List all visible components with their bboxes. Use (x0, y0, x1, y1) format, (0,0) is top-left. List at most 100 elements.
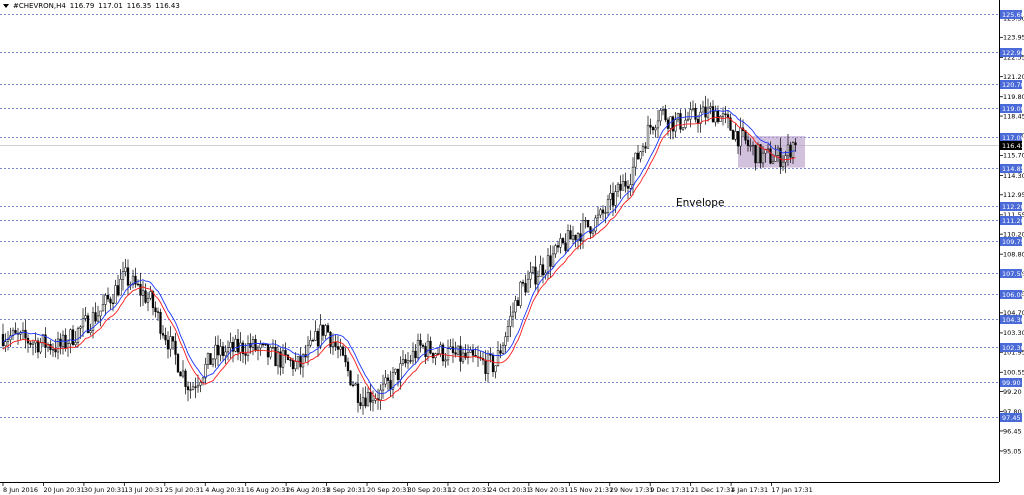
candle-body (504, 336, 507, 346)
candle-body (146, 297, 150, 303)
candle-body (139, 283, 142, 296)
candle-body (451, 346, 455, 353)
candle-body (654, 127, 657, 131)
candle-body (1, 334, 5, 346)
candle-body (454, 352, 457, 355)
candle-body (149, 291, 152, 299)
candle-body (556, 245, 560, 248)
candle-body (219, 346, 222, 356)
candle-body (14, 330, 17, 334)
plot-area (0, 0, 999, 482)
candle-body (644, 146, 647, 149)
candle-body (166, 339, 170, 350)
candle-body (244, 353, 247, 356)
candle-body (204, 364, 207, 379)
candle-body (209, 353, 212, 365)
candle-body (294, 361, 297, 370)
candle-body (501, 345, 505, 354)
level-tag-label: 114.85 (1002, 165, 1024, 173)
candle-body (371, 400, 375, 403)
level-tag-label: 122.90 (1002, 49, 1024, 57)
x-tick-label: 26 Aug 20:31 (286, 486, 330, 494)
candle-body (549, 255, 552, 267)
candle-body (496, 350, 500, 367)
candle-body (214, 344, 217, 360)
candle-body (4, 341, 7, 346)
candle-body (681, 127, 685, 130)
candle-body (616, 183, 620, 192)
candle-body (236, 338, 240, 353)
candle-body (324, 325, 327, 336)
y-tick-label: 119.80 (1003, 93, 1024, 101)
candle-body (781, 161, 785, 168)
candle-body (491, 355, 495, 373)
x-tick-label: 29 Nov 17:31 (610, 486, 654, 494)
candle-body (596, 214, 600, 219)
high-value: 117.01 (98, 2, 123, 10)
candle-body (51, 349, 55, 351)
y-tick-label: 123.95 (1003, 34, 1024, 42)
candle-body (79, 326, 82, 329)
candle-body (381, 383, 385, 391)
candle-body (189, 389, 192, 391)
level-tags: 125.60 122.90 120.70 119.00 117.00 114.85 112.… (1000, 10, 1024, 422)
candle-body (529, 272, 532, 280)
candle-body (291, 359, 295, 370)
candle-body (154, 307, 157, 312)
level-tag-label: 99.90 (1002, 379, 1021, 387)
candle-body (254, 339, 257, 351)
candle-body (394, 368, 397, 373)
price-chart[interactable]: 125.30123.95122.55121.20119.80118.45117.… (0, 0, 1024, 495)
level-tag-label: 106.00 (1002, 291, 1024, 299)
candle-body (346, 361, 350, 372)
candle-body (754, 144, 757, 164)
candle-body (751, 144, 755, 147)
candle-body (36, 340, 40, 353)
x-tick-label: 4 Jan 17:31 (731, 486, 768, 494)
candle-body (281, 350, 285, 368)
candle-body (401, 359, 405, 364)
candle-body (694, 108, 697, 120)
candle-body (174, 340, 177, 355)
x-tick-label: 17 Jan 17:31 (772, 486, 813, 494)
candle-body (526, 278, 530, 293)
candle-body (614, 191, 617, 206)
candle-body (511, 311, 515, 317)
candle-body (341, 346, 345, 356)
candle-body (211, 358, 215, 365)
candle-body (704, 106, 707, 118)
x-tick-label: 30 Sep 20:31 (408, 486, 451, 494)
symbol-label: #CHEVRON,H4 (13, 2, 66, 10)
candle-body (539, 264, 542, 277)
candle-body (679, 113, 682, 130)
candle-body (406, 360, 410, 364)
candle-body (716, 111, 720, 122)
candle-body (369, 392, 372, 403)
candle-body (689, 109, 692, 120)
x-tick-label: 4 Aug 20:31 (205, 486, 245, 494)
candle-body (104, 295, 107, 305)
y-tick-label: 121.20 (1003, 73, 1024, 81)
y-tick-label: 96.45 (1003, 427, 1022, 435)
candle-body (536, 276, 540, 285)
candle-body (69, 329, 72, 344)
candle-body (404, 359, 407, 364)
candle-body (794, 142, 797, 146)
candle-body (396, 368, 400, 380)
candle-body (186, 386, 190, 391)
candle-body (384, 377, 387, 385)
x-tick-label: 12 Oct 20:31 (448, 486, 490, 494)
candle-body (734, 131, 737, 140)
dropdown-triangle-icon[interactable] (3, 4, 9, 8)
candle-body (311, 339, 315, 342)
chart-frame: 125.30123.95122.55121.20119.80118.45117.… (0, 0, 1024, 495)
candle-body (109, 298, 112, 304)
candle-body (711, 106, 715, 123)
x-tick-label: 21 Dec 17:31 (691, 486, 735, 494)
candle-body (191, 386, 195, 390)
y-tick-label: 108.80 (1003, 250, 1024, 258)
candle-body (234, 338, 237, 352)
candle-body (624, 181, 627, 187)
candle-body (611, 192, 615, 206)
candle-body (651, 126, 655, 131)
